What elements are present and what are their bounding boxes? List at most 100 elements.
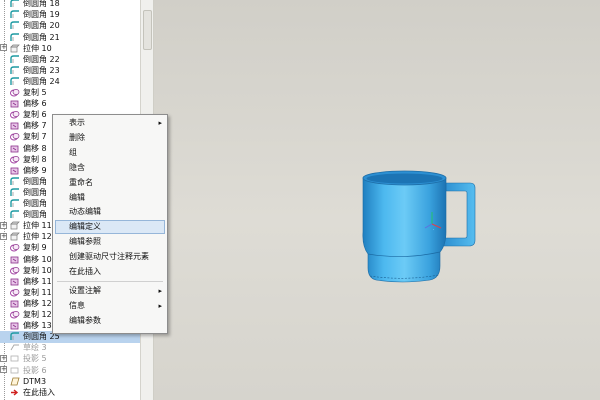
tree-item[interactable]: 复制 5 [0, 87, 140, 99]
tree-item[interactable]: DTM3 [0, 375, 140, 387]
expand-toggle-icon[interactable]: + [0, 366, 7, 374]
tree-item-label: 复制 7 [23, 132, 47, 142]
round-icon [10, 55, 20, 64]
round-icon [10, 188, 20, 197]
menu-item[interactable]: 编辑 [55, 191, 165, 205]
mug-opening [366, 173, 443, 184]
projection-icon [10, 366, 20, 375]
datum-plane-icon [10, 377, 20, 386]
sketch-icon [10, 343, 20, 352]
tree-item-label: 复制 5 [23, 88, 47, 98]
menu-item[interactable]: 创建驱动尺寸注释元素 [55, 250, 165, 264]
tree-item-label: 偏移 6 [23, 99, 47, 109]
expand-toggle-icon[interactable]: + [0, 233, 7, 241]
menu-item-label: 设置注解 [69, 285, 101, 295]
menu-item-label: 动态编辑 [69, 207, 101, 217]
extrude-icon [10, 44, 20, 53]
menu-item[interactable]: 表示 ▸ [55, 116, 165, 130]
tree-item-label: 倒圆角 18 [23, 0, 60, 9]
tree-item[interactable]: 偏移 6 [0, 98, 140, 110]
menu-separator [57, 280, 163, 282]
tree-item-label: 倒圆角 24 [23, 76, 60, 86]
tree-item-label: 复制 10 [23, 265, 52, 275]
menu-item[interactable]: 隐含 [55, 161, 165, 175]
menu-item[interactable]: 删除 [55, 131, 165, 145]
copy-icon [10, 266, 20, 275]
menu-item[interactable]: 动态编辑 [55, 205, 165, 219]
tree-item[interactable]: 倒圆角 18 [0, 0, 140, 10]
tree-item-label: 偏移 10 [23, 254, 52, 264]
tree-item-label: 复制 11 [23, 287, 52, 297]
tree-item-label: 倒圆角 [23, 210, 47, 220]
submenu-arrow-icon: ▸ [158, 286, 162, 295]
offset-icon [10, 144, 20, 153]
tree-item-label: 倒圆角 [23, 199, 47, 209]
menu-item-label: 组 [69, 147, 77, 157]
round-icon [10, 21, 20, 30]
copy-icon [10, 110, 20, 119]
graphics-viewport[interactable]: . [154, 0, 600, 400]
offset-icon [10, 255, 20, 264]
svg-text:.: . [433, 226, 434, 231]
menu-item[interactable]: 设置注解 ▸ [55, 284, 165, 298]
menu-item[interactable]: 编辑参照 [55, 235, 165, 249]
copy-icon [10, 132, 20, 141]
extrude-icon [10, 221, 20, 230]
menu-item[interactable]: 重命名 [55, 176, 165, 190]
tree-item-label: 倒圆角 20 [23, 21, 60, 31]
expand-toggle-icon[interactable]: + [0, 355, 7, 363]
scrollbar-thumb[interactable] [143, 10, 152, 50]
tree-item-label: 倒圆角 23 [23, 65, 60, 75]
tree-item-label: 倒圆角 22 [23, 54, 60, 64]
tree-item-label: 草绘 3 [23, 343, 47, 353]
copy-icon [10, 288, 20, 297]
submenu-arrow-icon: ▸ [158, 119, 162, 127]
round-icon [10, 77, 20, 86]
menu-item-label: 信息 [69, 300, 85, 310]
copy-icon [10, 88, 20, 97]
expand-toggle-icon[interactable]: + [0, 44, 7, 52]
tree-item-label: 拉伸 12 [23, 232, 52, 242]
tree-item-label: 偏移 7 [23, 121, 47, 131]
offset-icon [10, 299, 20, 308]
menu-item[interactable]: 在此插入 [55, 265, 165, 279]
menu-item[interactable]: 信息 ▸ [55, 299, 165, 313]
extrude-icon [10, 232, 20, 241]
offset-icon [10, 277, 20, 286]
menu-item-label: 在此插入 [69, 267, 101, 276]
menu-item-label: 编辑参数 [69, 315, 101, 325]
copy-icon [10, 155, 20, 164]
tree-item-label: 倒圆角 19 [23, 10, 60, 20]
tree-item[interactable]: 在此插入 [0, 387, 140, 399]
tree-item[interactable]: 投影 5 [0, 353, 140, 365]
menu-item[interactable]: 编辑定义 [55, 220, 165, 235]
menu-item-label: 删除 [69, 132, 85, 142]
mug-model[interactable]: . [154, 0, 600, 400]
tree-item[interactable]: 倒圆角 24 [0, 76, 140, 88]
menu-item-label: 隐含 [69, 162, 85, 172]
copy-icon [10, 310, 20, 319]
tree-item[interactable]: 草绘 3 [0, 342, 140, 354]
tree-item-label: DTM3 [23, 376, 47, 386]
menu-item-label: 编辑参照 [69, 237, 101, 247]
round-icon [10, 0, 20, 8]
tree-item[interactable]: 倒圆角 23 [0, 65, 140, 77]
menu-item-label: 创建驱动尺寸注释元素 [69, 252, 149, 262]
tree-item[interactable]: 倒圆角 21 [0, 31, 140, 43]
tree-item[interactable]: 倒圆角 19 [0, 9, 140, 21]
menu-item-label: 表示 [69, 118, 85, 127]
round-icon [10, 10, 20, 19]
expand-toggle-icon[interactable]: + [0, 222, 7, 229]
tree-item[interactable]: 拉伸 10 [0, 42, 140, 54]
menu-item[interactable]: 组 [55, 146, 165, 160]
menu-item[interactable]: 编辑参数 [55, 314, 165, 328]
submenu-arrow-icon: ▸ [158, 301, 162, 310]
offset-icon [10, 166, 20, 175]
round-icon [10, 32, 20, 42]
tree-item[interactable]: 倒圆角 20 [0, 20, 140, 32]
offset-icon [10, 321, 20, 330]
tree-item[interactable]: 投影 6 [0, 364, 140, 376]
tree-item[interactable]: 倒圆角 22 [0, 54, 140, 66]
tree-item-label: 偏移 13 [23, 321, 52, 331]
tree-item-label: 投影 6 [23, 365, 47, 375]
